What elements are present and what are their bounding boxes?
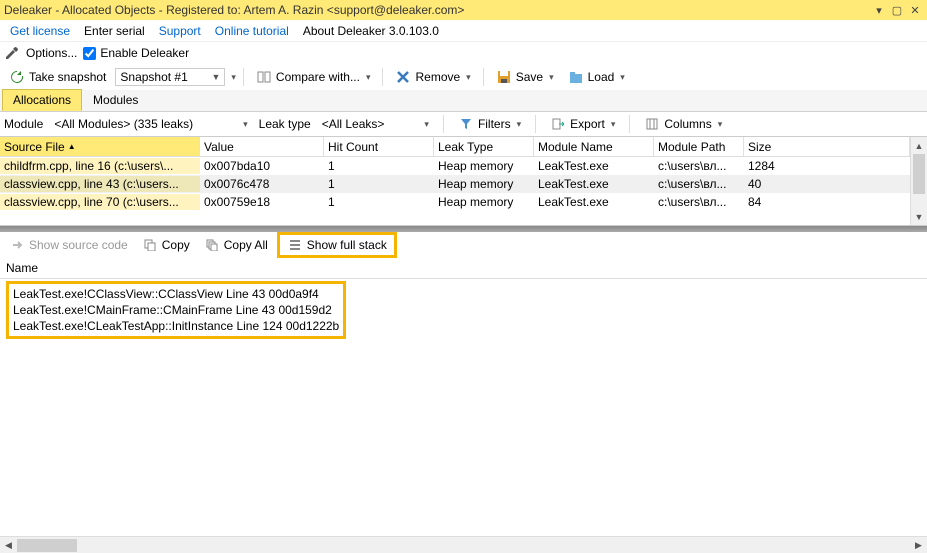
- load-icon: [568, 69, 584, 85]
- copy-button[interactable]: Copy: [137, 235, 195, 255]
- scroll-track[interactable]: [17, 539, 910, 552]
- scroll-down-icon[interactable]: ▼: [911, 208, 927, 225]
- stack-row[interactable]: LeakTest.exe!CLeakTestApp::InitInstance …: [13, 318, 339, 334]
- dropdown-icon[interactable]: ▾: [871, 3, 887, 17]
- options-bar: Options... Enable Deleaker: [0, 42, 927, 64]
- chevron-down-icon: ▾: [243, 119, 248, 130]
- scroll-right-icon[interactable]: ▶: [910, 540, 927, 551]
- online-tutorial-link[interactable]: Online tutorial: [209, 22, 295, 40]
- enter-serial-link[interactable]: Enter serial: [78, 22, 151, 40]
- tab-allocations[interactable]: Allocations: [2, 89, 82, 111]
- menubar: Get license Enter serial Support Online …: [0, 20, 927, 42]
- leaktype-label: Leak type: [259, 117, 311, 131]
- table-row[interactable]: classview.cpp, line 43 (c:\users... 0x00…: [0, 175, 910, 193]
- module-label: Module: [4, 117, 43, 131]
- copy-all-icon: [204, 237, 220, 253]
- export-button[interactable]: Export ▾: [545, 114, 620, 134]
- snapshot-split-arrow[interactable]: ▾: [231, 72, 236, 83]
- show-source-button[interactable]: Show source code: [4, 235, 133, 255]
- copy-all-button[interactable]: Copy All: [199, 235, 273, 255]
- take-snapshot-button[interactable]: Take snapshot: [4, 67, 111, 87]
- stack-row[interactable]: LeakTest.exe!CClassView::CClassView Line…: [13, 286, 339, 302]
- refresh-icon: [9, 69, 25, 85]
- get-license-link[interactable]: Get license: [4, 22, 76, 40]
- stack-highlight: LeakTest.exe!CClassView::CClassView Line…: [6, 281, 346, 339]
- scroll-up-icon[interactable]: ▲: [911, 137, 927, 154]
- compare-button[interactable]: Compare with... ▾: [251, 67, 376, 87]
- grid-header: Source File ▲ Value Hit Count Leak Type …: [0, 137, 910, 157]
- stack-toolbar: Show source code Copy Copy All Show full…: [0, 232, 927, 258]
- chevron-down-icon: ▾: [517, 119, 522, 130]
- remove-icon: [395, 69, 411, 85]
- col-size[interactable]: Size: [744, 137, 910, 156]
- stack-pane: LeakTest.exe!CClassView::CClassView Line…: [0, 279, 927, 536]
- wrench-icon: [4, 45, 20, 61]
- table-row[interactable]: classview.cpp, line 70 (c:\users... 0x00…: [0, 193, 910, 211]
- sort-asc-icon: ▲: [68, 142, 76, 151]
- stack-icon: [287, 237, 303, 253]
- scroll-left-icon[interactable]: ◀: [0, 540, 17, 551]
- enable-label: Enable Deleaker: [100, 46, 189, 60]
- close-icon[interactable]: ✕: [907, 3, 923, 17]
- remove-button[interactable]: Remove ▾: [390, 67, 475, 87]
- allocations-grid: Source File ▲ Value Hit Count Leak Type …: [0, 136, 927, 226]
- chevron-down-icon: ▾: [549, 72, 554, 83]
- options-button[interactable]: Options...: [26, 46, 77, 60]
- stack-row[interactable]: LeakTest.exe!CMainFrame::CMainFrame Line…: [13, 302, 339, 318]
- filter-bar: Module <All Modules> (335 leaks) ▾ Leak …: [0, 112, 927, 136]
- module-filter-combo[interactable]: <All Modules> (335 leaks) ▾: [49, 115, 252, 133]
- enable-deleaker-checkbox[interactable]: Enable Deleaker: [83, 46, 189, 60]
- copy-icon: [142, 237, 158, 253]
- compare-icon: [256, 69, 272, 85]
- export-icon: [550, 116, 566, 132]
- chevron-down-icon: ▾: [466, 72, 471, 83]
- chevron-down-icon: ▾: [718, 119, 723, 130]
- snapshot-selector[interactable]: Snapshot #1 ▼: [115, 68, 225, 86]
- save-button[interactable]: Save ▾: [491, 67, 559, 87]
- chevron-down-icon: ▾: [424, 119, 429, 130]
- save-icon: [496, 69, 512, 85]
- scroll-thumb[interactable]: [17, 539, 77, 552]
- col-module-path[interactable]: Module Path: [654, 137, 744, 156]
- col-leak-type[interactable]: Leak Type: [434, 137, 534, 156]
- funnel-icon: [458, 116, 474, 132]
- show-full-stack-button[interactable]: Show full stack: [282, 235, 392, 255]
- enable-checkbox-input[interactable]: [83, 47, 96, 60]
- window-title: Deleaker - Allocated Objects - Registere…: [4, 3, 871, 17]
- stack-header: Name: [0, 258, 927, 279]
- col-value[interactable]: Value: [200, 137, 324, 156]
- maximize-icon[interactable]: ▢: [889, 3, 905, 17]
- columns-icon: [644, 116, 660, 132]
- filters-button[interactable]: Filters ▾: [453, 114, 526, 134]
- chevron-down-icon: ▾: [366, 72, 371, 83]
- titlebar: Deleaker - Allocated Objects - Registere…: [0, 0, 927, 20]
- chevron-down-icon: ▼: [211, 72, 220, 82]
- arrow-right-icon: [9, 237, 25, 253]
- columns-button[interactable]: Columns ▾: [639, 114, 727, 134]
- table-row[interactable]: childfrm.cpp, line 16 (c:\users\... 0x00…: [0, 157, 910, 175]
- col-source-file[interactable]: Source File ▲: [0, 137, 200, 156]
- scroll-thumb[interactable]: [913, 154, 925, 194]
- col-hit-count[interactable]: Hit Count: [324, 137, 434, 156]
- load-button[interactable]: Load ▾: [563, 67, 630, 87]
- chevron-down-icon: ▾: [620, 72, 625, 83]
- horizontal-scrollbar[interactable]: ◀ ▶: [0, 536, 927, 553]
- leaktype-filter-combo[interactable]: <All Leaks> ▾: [317, 115, 434, 133]
- support-link[interactable]: Support: [153, 22, 207, 40]
- show-full-stack-highlight: Show full stack: [277, 232, 397, 258]
- about-link[interactable]: About Deleaker 3.0.103.0: [297, 22, 445, 40]
- tab-bar: Allocations Modules: [0, 90, 927, 112]
- main-toolbar: Take snapshot Snapshot #1 ▼ ▾ Compare wi…: [0, 64, 927, 90]
- chevron-down-icon: ▾: [611, 119, 616, 130]
- vertical-scrollbar[interactable]: ▲ ▼: [910, 137, 927, 225]
- col-module-name[interactable]: Module Name: [534, 137, 654, 156]
- tab-modules[interactable]: Modules: [82, 89, 149, 111]
